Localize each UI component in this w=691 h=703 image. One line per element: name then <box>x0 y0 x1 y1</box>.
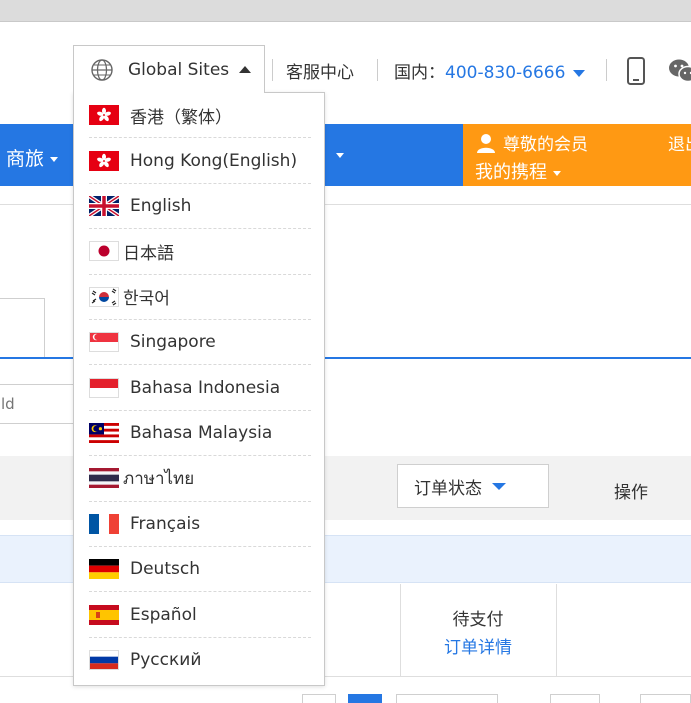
site-option-label: ภาษาไทย <box>123 468 195 489</box>
wechat-icon[interactable] <box>668 58 691 84</box>
mobile-phone-icon[interactable] <box>626 57 646 85</box>
pagination-current-page[interactable] <box>348 694 382 703</box>
site-option-label: 香港（繁体） <box>130 107 232 128</box>
browser-chrome-strip <box>0 0 691 22</box>
chevron-down-icon <box>336 153 344 158</box>
malaysia-flag-icon <box>89 422 119 443</box>
uk-flag-icon <box>89 195 119 216</box>
order-search-input[interactable] <box>0 384 78 424</box>
site-option-label: English <box>130 195 192 216</box>
order-status-text: 待支付 <box>452 610 504 630</box>
site-option-label: Deutsch <box>130 559 200 580</box>
site-option-english[interactable]: English <box>89 184 311 230</box>
korea-flag-icon <box>89 286 119 307</box>
site-option-japanese[interactable]: 日本語 <box>89 229 311 275</box>
hong-kong-flag-icon <box>89 105 119 126</box>
hong-kong-flag-icon <box>89 150 119 171</box>
my-ctrip-menu[interactable]: 我的携程 <box>475 158 561 184</box>
member-greeting-text: 尊敬的会员 <box>503 135 588 155</box>
site-option-bahasa-indonesia[interactable]: Bahasa Indonesia <box>89 365 311 411</box>
site-option-label: Русский <box>130 650 202 671</box>
domestic-hotline[interactable]: 国内：400-830-6666 <box>394 58 586 83</box>
chevron-down-icon <box>50 157 59 162</box>
user-icon <box>477 133 495 153</box>
order-status-filter[interactable]: 订单状态 <box>397 464 549 508</box>
my-ctrip-label: 我的携程 <box>475 162 547 183</box>
order-detail-link[interactable]: 订单详情 <box>400 633 556 658</box>
service-center-link[interactable]: 客服中心 <box>286 58 354 83</box>
site-option-label: 日本語 <box>123 243 174 264</box>
site-option-label: Hong Kong(English) <box>130 150 298 171</box>
site-option-hong-kong-english[interactable]: Hong Kong(English) <box>89 138 311 184</box>
site-option-label: 한국어 <box>123 289 170 310</box>
indonesia-flag-icon <box>89 377 119 398</box>
domestic-label: 国内： <box>394 63 445 83</box>
nav-item-business-travel[interactable]: 商旅 <box>6 144 59 171</box>
pagination-next[interactable] <box>396 694 498 703</box>
site-option-label: Singapore <box>130 332 216 353</box>
caret-up-icon <box>239 66 252 73</box>
separator <box>377 59 378 81</box>
site-option-spanish[interactable]: Español <box>89 592 311 638</box>
separator <box>606 59 607 81</box>
separator <box>272 59 273 81</box>
page-jump-button[interactable] <box>640 694 691 703</box>
site-option-label: Bahasa Indonesia <box>130 377 281 398</box>
order-tab[interactable] <box>0 298 45 358</box>
site-option-german[interactable]: Deutsch <box>89 547 311 593</box>
global-sites-button[interactable]: Global Sites <box>73 45 265 93</box>
site-option-label: Bahasa Malaysia <box>130 422 273 443</box>
member-panel: 尊敬的会员 我的携程 退出 <box>463 124 691 186</box>
site-option-french[interactable]: Français <box>89 502 311 547</box>
site-option-singapore[interactable]: Singapore <box>89 320 311 366</box>
member-greeting: 尊敬的会员 <box>477 130 588 155</box>
france-flag-icon <box>89 513 119 534</box>
actions-column-header: 操作 <box>614 483 648 503</box>
russia-flag-icon <box>89 650 119 671</box>
column-divider <box>400 584 401 676</box>
global-sites-label: Global Sites <box>128 59 230 80</box>
thailand-flag-icon <box>89 468 119 489</box>
site-option-hong-kong-traditional[interactable]: 香港（繁体） <box>89 93 311 139</box>
logout-link[interactable]: 退出 <box>668 130 691 155</box>
chevron-down-icon <box>573 69 586 77</box>
germany-flag-icon <box>89 559 119 580</box>
site-option-label: Español <box>130 604 197 625</box>
caret-down-icon <box>492 482 506 490</box>
globe-icon <box>91 58 113 81</box>
nav-item-label: 商旅 <box>6 148 45 170</box>
japan-flag-icon <box>89 241 119 262</box>
global-sites-dropdown: 香港（繁体） Hong Kong(English) English 日本語 한국… <box>73 92 325 686</box>
pagination-prev[interactable] <box>302 694 336 703</box>
spain-flag-icon <box>89 604 119 625</box>
phone-number: 400-830-6666 <box>445 63 566 83</box>
chevron-down-icon <box>553 170 561 176</box>
site-option-korean[interactable]: 한국어 <box>89 275 311 320</box>
site-option-russian[interactable]: Русский <box>89 638 311 683</box>
site-option-thai[interactable]: ภาษาไทย <box>89 456 311 502</box>
site-option-label: Français <box>130 513 201 534</box>
page-jump-input[interactable] <box>550 694 600 703</box>
nav-item-more[interactable] <box>330 144 344 166</box>
column-divider <box>556 584 557 676</box>
singapore-flag-icon <box>89 332 119 353</box>
site-option-bahasa-malaysia[interactable]: Bahasa Malaysia <box>89 411 311 457</box>
order-status-label: 订单状态 <box>414 478 482 499</box>
ctrip-orders-page: Global Sites 客服中心 国内：400-830-6666 商旅 尊敬的… <box>0 0 691 703</box>
